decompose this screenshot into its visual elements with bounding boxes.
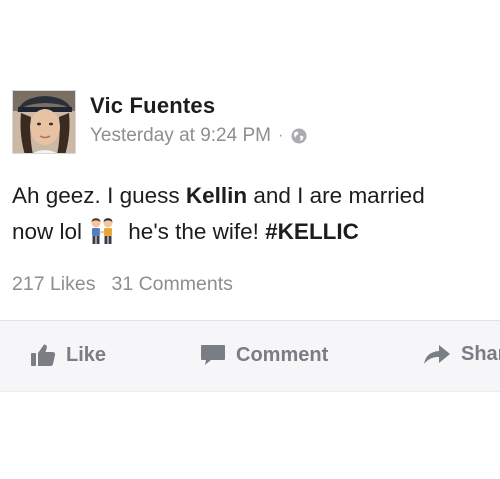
comments-count[interactable]: 31 Comments	[111, 273, 232, 296]
post-meta: Yesterday at 9:24 PM ·	[90, 125, 308, 147]
like-label: Like	[66, 343, 107, 366]
tagged-user[interactable]: Kellin	[186, 183, 247, 208]
facebook-post: Vic Fuentes Yesterday at 9:24 PM · Ah ge…	[0, 0, 500, 479]
post-stats: 217 Likes 31 Comments	[12, 273, 233, 296]
globe-icon	[291, 128, 307, 144]
divider	[0, 391, 500, 392]
profile-photo	[13, 91, 75, 153]
timestamp[interactable]: Yesterday at 9:24 PM	[90, 125, 271, 147]
share-arrow-icon	[424, 344, 450, 364]
comment-button[interactable]: Comment	[200, 343, 328, 367]
post-text-segment: now lol	[12, 219, 83, 244]
thumbs-up-icon	[31, 344, 56, 366]
post-text-segment: and I are married	[247, 183, 425, 208]
post-text-line-1: Ah geez. I guess Kellin and I are marrie…	[12, 178, 500, 214]
share-label: Share	[461, 343, 500, 365]
speech-bubble-icon	[201, 345, 225, 365]
meta-separator: ·	[277, 127, 284, 144]
post-text-line-2: now lol he's the wife! #KELLIC	[12, 214, 500, 250]
action-bar: Like Comment Share	[0, 321, 500, 391]
post-text-segment: he's the wife!	[122, 219, 266, 244]
post-text: Ah geez. I guess Kellin and I are marrie…	[12, 178, 500, 250]
two-men-holding-hands-emoji	[91, 218, 113, 244]
post-text-segment: Ah geez. I guess	[12, 183, 186, 208]
comment-label: Comment	[236, 343, 329, 366]
hashtag-link[interactable]: #KELLIC	[265, 219, 359, 244]
likes-count[interactable]: 217 Likes	[12, 273, 95, 296]
avatar[interactable]	[12, 90, 76, 154]
share-button[interactable]: Share	[423, 343, 500, 366]
author-name[interactable]: Vic Fuentes	[90, 93, 215, 119]
like-button[interactable]: Like	[30, 343, 106, 367]
